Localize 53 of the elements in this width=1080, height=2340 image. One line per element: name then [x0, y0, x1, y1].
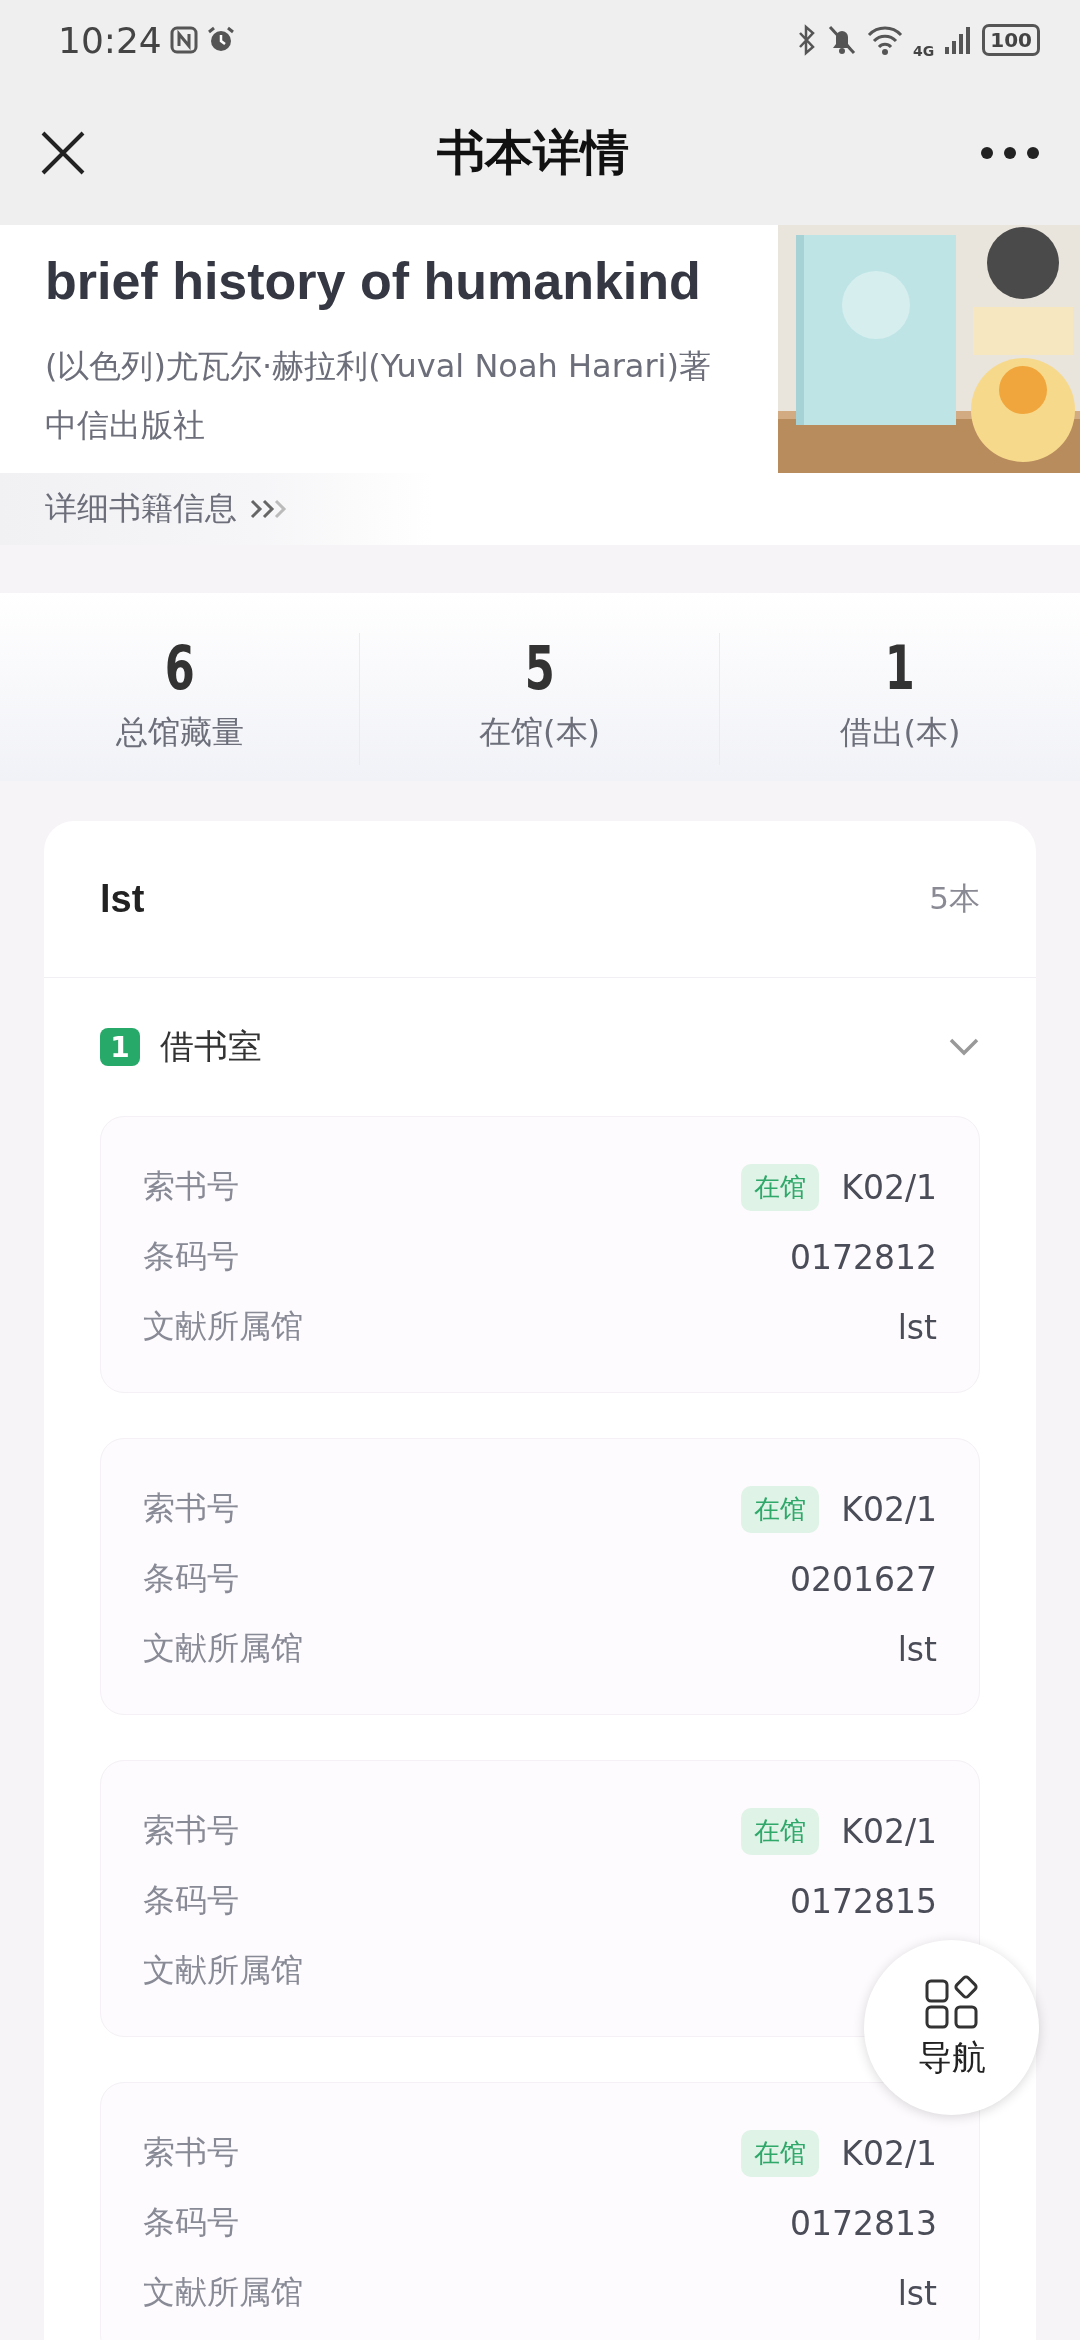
call-number: K02/1 [841, 2133, 937, 2173]
field-label: 索书号 [143, 1166, 239, 1207]
field-label: 文献所属馆 [143, 2272, 303, 2313]
nfc-icon [169, 26, 198, 54]
book-publisher: 中信出版社 [45, 405, 206, 446]
status-tag: 在馆 [741, 1485, 820, 1533]
bluetooth-icon [797, 24, 817, 56]
field-label: 文献所属馆 [143, 1306, 303, 1347]
field-label: 文献所属馆 [143, 1950, 303, 1991]
call-number: K02/1 [841, 1489, 937, 1529]
stat-label: 总馆藏量 [115, 712, 244, 753]
status-tag: 在馆 [741, 1807, 820, 1855]
wifi-icon [867, 25, 903, 55]
signal-icon [944, 25, 973, 55]
field-label: 条码号 [143, 1558, 239, 1599]
copy-count: 5本 [929, 879, 980, 918]
page-title: 书本详情 [437, 122, 629, 182]
book-author: (以色列)尤瓦尔·赫拉利(Yuval Noah Harari)著 [45, 346, 712, 387]
branch-name: lst [897, 2273, 937, 2313]
branch-name: lst [897, 1307, 937, 1347]
stat-label: 借出(本) [839, 712, 961, 753]
clock-time: 10:24 [58, 19, 162, 61]
book-title: brief history of humankind [45, 251, 702, 312]
field-label: 索书号 [143, 1488, 239, 1529]
field-label: 条码号 [143, 2202, 239, 2243]
barcode-number: 0172812 [790, 1237, 937, 1277]
branch-name: lst [897, 1629, 937, 1669]
field-label: 索书号 [143, 2132, 239, 2173]
field-label: 文献所属馆 [143, 1628, 303, 1669]
barcode-number: 0172813 [790, 2203, 937, 2243]
call-number: K02/1 [841, 1811, 937, 1851]
library-name: lst [100, 877, 145, 921]
close-icon[interactable] [40, 129, 86, 176]
field-label: 条码号 [143, 1880, 239, 1921]
battery-indicator: 100 [982, 24, 1040, 56]
stat-value: 6 [164, 633, 195, 703]
field-label: 索书号 [143, 1810, 239, 1851]
stat-label: 在馆(本) [479, 712, 600, 753]
barcode-number: 0201627 [790, 1559, 937, 1599]
muted-bell-icon [827, 24, 857, 56]
index-badge: 1 [100, 1028, 140, 1066]
stat-value: 1 [884, 633, 916, 703]
network-type: 4G [913, 43, 935, 59]
call-number: K02/1 [841, 1167, 937, 1207]
grid-icon [924, 1974, 979, 2029]
status-tag: 在馆 [741, 2129, 820, 2177]
chevron-icon[interactable] [948, 1037, 980, 1057]
field-label: 条码号 [143, 1236, 239, 1277]
room-name: 借书室 [160, 1025, 263, 1068]
more-icon[interactable] [980, 145, 1040, 160]
status-tag: 在馆 [741, 1163, 820, 1211]
stat-value: 5 [524, 633, 555, 703]
barcode-number: 0172815 [790, 1881, 937, 1921]
